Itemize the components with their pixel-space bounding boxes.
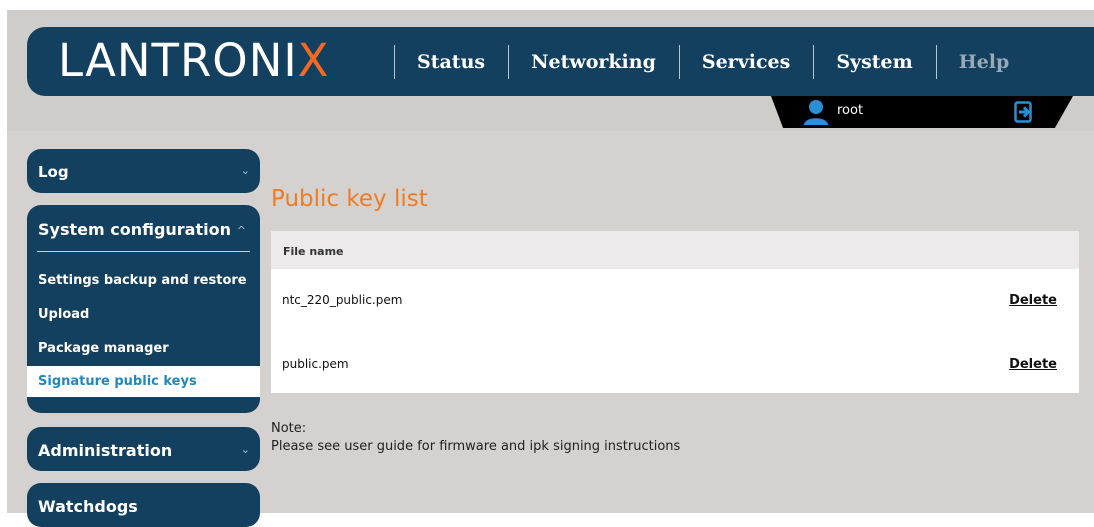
sidebar-item-settings-backup[interactable]: Settings backup and restore xyxy=(27,265,260,296)
page-title: Public key list xyxy=(271,186,428,212)
user-tab: root xyxy=(771,96,1073,128)
note: Note: Please see user guide for firmware… xyxy=(271,420,680,456)
nav-networking[interactable]: Networking xyxy=(509,51,679,73)
file-name-cell: public.pem xyxy=(282,357,349,371)
note-text: Please see user guide for firmware and i… xyxy=(271,439,681,454)
sidebar-section-label: Log xyxy=(38,163,69,181)
sidebar-section-label[interactable]: System configuration xyxy=(38,220,231,239)
user-icon xyxy=(803,99,829,128)
sidebar-divider xyxy=(37,251,250,252)
logout-icon[interactable] xyxy=(1014,101,1034,127)
sidebar-section-watchdogs[interactable]: Watchdogs xyxy=(27,483,260,527)
chevron-down-icon: ⌄ xyxy=(240,443,250,456)
sidebar-item-upload[interactable]: Upload xyxy=(27,299,260,330)
note-label: Note: xyxy=(271,421,307,436)
nav-system[interactable]: System xyxy=(814,51,935,73)
delete-link[interactable]: Delete xyxy=(1009,357,1057,372)
nav-services[interactable]: Services xyxy=(680,51,813,73)
delete-link[interactable]: Delete xyxy=(1009,293,1057,308)
nav-status[interactable]: Status xyxy=(395,51,508,73)
sidebar-section-label: Administration xyxy=(38,441,173,460)
lantronix-logo[interactable]: LANTRONIX xyxy=(58,33,330,89)
sidebar-item-signature-public-keys[interactable]: Signature public keys xyxy=(27,366,260,397)
column-header-file-name: File name xyxy=(283,245,344,258)
main-nav: Status Networking Services System Help xyxy=(394,27,1032,96)
username: root xyxy=(837,103,864,118)
sidebar-section-label: Watchdogs xyxy=(38,497,138,516)
chevron-up-icon[interactable]: ^ xyxy=(237,224,246,237)
nav-help[interactable]: Help xyxy=(937,51,1033,73)
top-navigation-bar: LANTRONIX Status Networking Services Sys… xyxy=(27,27,1094,96)
sidebar-section-system-configuration: System configuration ^ Settings backup a… xyxy=(27,205,260,413)
table-header: File name xyxy=(271,231,1079,269)
table-row: public.pem Delete xyxy=(271,341,1079,388)
sidebar-section-log[interactable]: Log ⌄ xyxy=(27,149,260,193)
sidebar-section-administration[interactable]: Administration ⌄ xyxy=(27,427,260,471)
file-name-cell: ntc_220_public.pem xyxy=(282,293,403,307)
sidebar-item-package-manager[interactable]: Package manager xyxy=(27,333,260,364)
table-row: ntc_220_public.pem Delete xyxy=(271,277,1079,324)
public-key-table: File name ntc_220_public.pem Delete publ… xyxy=(271,231,1079,393)
chevron-down-icon: ⌄ xyxy=(240,164,250,177)
